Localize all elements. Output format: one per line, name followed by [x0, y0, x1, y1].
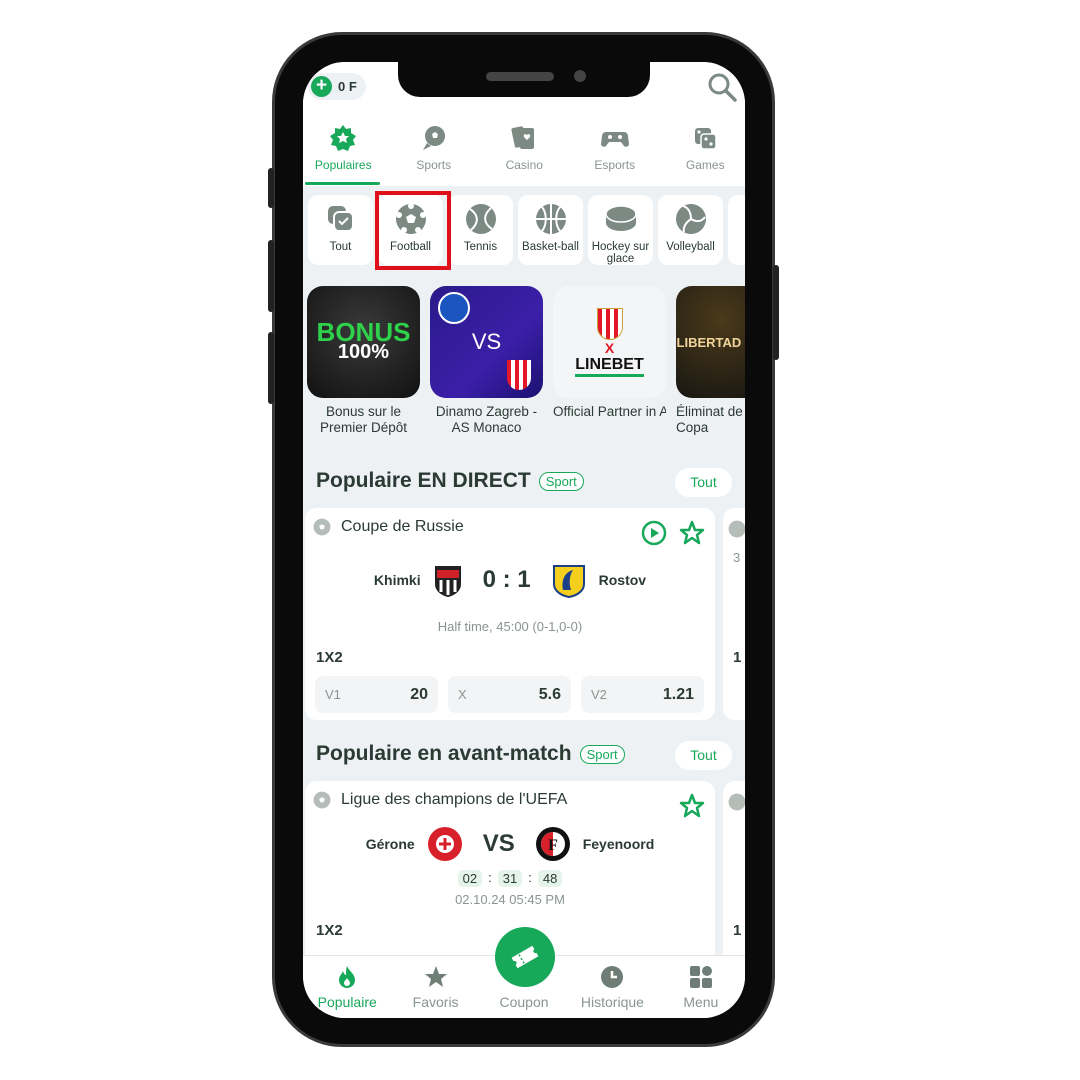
odd-v2-button[interactable]: V2 1.21 — [581, 676, 704, 713]
sport-basketball[interactable]: Basket-ball — [518, 195, 583, 265]
volleyball-icon — [675, 204, 706, 234]
search-icon[interactable] — [707, 72, 737, 102]
section-title: Populaire en avant-match — [316, 742, 572, 765]
gamepad-icon — [600, 132, 629, 147]
all-check-icon — [327, 206, 354, 232]
sport-filter-row: Tout Football Tennis Basket-ball Hockey … — [308, 195, 745, 265]
odd-v1-button[interactable]: V1 20 — [315, 676, 438, 713]
ticket-icon — [511, 945, 539, 969]
sport-badge[interactable]: Sport — [538, 471, 584, 491]
football-icon — [313, 518, 331, 536]
banner-image: VS — [430, 286, 543, 398]
promo-carousel: BONUS 100% Bonus sur le Premier Dépôt VS Di… — [307, 286, 745, 436]
favorite-star-icon[interactable] — [678, 792, 706, 820]
away-team: Rostov — [598, 572, 647, 588]
tennis-icon — [728, 520, 745, 538]
sport-badge[interactable]: Sport — [579, 744, 625, 764]
phone-button — [268, 168, 274, 208]
grid-menu-icon — [689, 966, 712, 988]
dice-icon — [695, 128, 717, 150]
nav-historique[interactable]: Historique — [568, 956, 656, 1018]
live-match-card[interactable]: Coupe de Russie Khimki 0 : 1 Rostov Half… — [305, 508, 715, 720]
banner-image: LIBERTAD PLAYO — [676, 286, 745, 398]
top-tabs: Populaires Sports Casino Esports Games — [303, 124, 745, 182]
tennis-icon — [465, 204, 496, 234]
versus-label: VS — [482, 830, 515, 857]
active-tab-indicator — [305, 182, 380, 185]
feyenoord-crest-icon: F — [535, 827, 570, 861]
section-title: Populaire EN DIRECT — [316, 469, 531, 492]
sport-tout[interactable]: Tout — [308, 195, 373, 265]
market-label: 1X2 — [316, 649, 343, 666]
notch — [398, 62, 650, 97]
prematch-section-header: Populaire en avant-match Sport — [316, 742, 625, 766]
phone-button — [268, 332, 274, 404]
banner-bonus[interactable]: BONUS 100% Bonus sur le Premier Dépôt — [307, 286, 420, 436]
prematch-see-all-button[interactable]: Tout — [675, 741, 732, 770]
banner-zagreb-monaco[interactable]: VS Dinamo Zagreb - AS Monaco — [430, 286, 543, 436]
football-icon — [313, 791, 331, 809]
basketball-icon — [535, 204, 566, 234]
home-team: Khimki — [373, 572, 421, 588]
match-date: 02.10.24 05:45 PM — [455, 892, 565, 907]
badge-star-icon — [330, 125, 357, 151]
market-label: 1X2 — [316, 922, 343, 939]
football-highlight-box — [375, 191, 451, 270]
svg-text:F: F — [548, 837, 558, 854]
banner-linebet-partner[interactable]: XLINEBETOfficial Partner in Africa and M… — [553, 286, 666, 436]
banner-libertadores[interactable]: LIBERTAD PLAYOÉliminat de la Copa — [676, 286, 745, 436]
balance-button[interactable]: +0 F — [308, 73, 366, 100]
sports-ball-icon — [422, 126, 445, 150]
away-team: Feyenoord — [582, 836, 655, 852]
phone-button — [268, 240, 274, 312]
phone-button — [773, 265, 779, 360]
cards-icon — [511, 126, 535, 149]
sport-more[interactable] — [728, 195, 745, 265]
tab-sports[interactable]: Sports — [389, 124, 480, 182]
nav-populaire[interactable]: Populaire — [303, 956, 391, 1018]
live-see-all-button[interactable]: Tout — [675, 468, 732, 497]
clock-icon — [601, 966, 624, 988]
home-team: Gérone — [365, 836, 415, 852]
tab-populaires[interactable]: Populaires — [303, 124, 389, 182]
live-section-header: Populaire EN DIRECT Sport — [316, 469, 584, 493]
tab-casino[interactable]: Casino — [479, 124, 570, 182]
girona-crest-icon — [427, 827, 462, 861]
coupon-button[interactable] — [495, 927, 555, 987]
nav-menu[interactable]: Menu — [657, 956, 745, 1018]
app-screen: +0 F Populaires Sports Casino Esports Ga… — [303, 62, 745, 1018]
league-name: Coupe de Russie — [341, 518, 464, 535]
banner-image: X LINEBET — [553, 286, 666, 398]
banner-image: BONUS 100% — [307, 286, 420, 398]
star-icon — [424, 966, 447, 987]
league-name: Ligue des champions de l'UEFA — [341, 791, 568, 808]
tab-esports[interactable]: Esports — [570, 124, 661, 182]
sport-hockey[interactable]: Hockey sur glace — [588, 195, 653, 265]
match-score: 0 : 1 — [482, 566, 531, 593]
nav-favoris[interactable]: Favoris — [391, 956, 479, 1018]
tab-games[interactable]: Games — [660, 124, 745, 182]
sport-tennis[interactable]: Tennis — [448, 195, 513, 265]
balance-value: 0 F — [338, 79, 357, 94]
plus-icon: + — [311, 76, 332, 97]
match-status: Half time, 45:00 (0-1,0-0) — [437, 619, 583, 634]
hockey-puck-icon — [604, 205, 637, 231]
next-live-card[interactable]: 3 1 — [723, 508, 745, 720]
play-video-icon[interactable] — [641, 520, 667, 546]
football-icon — [728, 793, 745, 811]
sport-volleyball[interactable]: Volleyball — [658, 195, 723, 265]
favorite-star-icon[interactable] — [678, 519, 706, 547]
countdown-timer: 02:31:48 — [305, 870, 715, 887]
khimki-crest-icon — [434, 566, 461, 597]
rostov-crest-icon — [552, 565, 585, 598]
odd-x-button[interactable]: X 5.6 — [448, 676, 571, 713]
flame-icon — [339, 966, 356, 988]
